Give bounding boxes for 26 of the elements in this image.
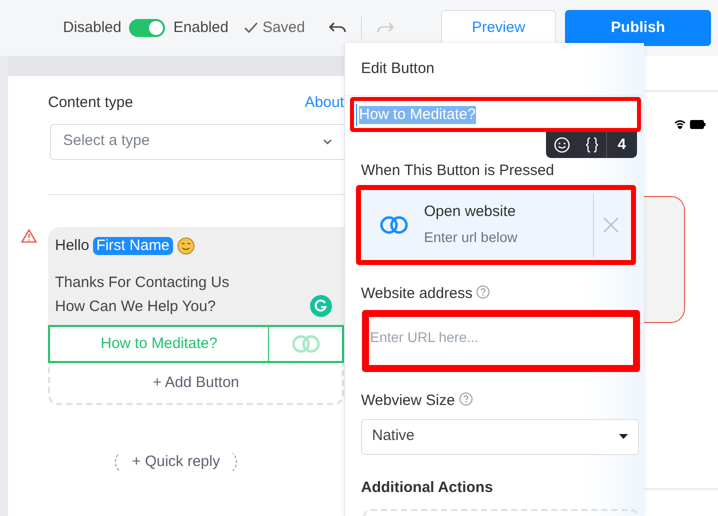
- disabled-label: Disabled: [63, 18, 122, 38]
- variable-tag: First Name: [93, 236, 173, 255]
- quick-reply-button[interactable]: + Quick reply: [115, 449, 237, 475]
- panel-title: Edit Button: [361, 58, 434, 79]
- reply-button[interactable]: How to Meditate?: [48, 325, 344, 363]
- content-type-select[interactable]: Select a type: [50, 124, 344, 160]
- character-count: 4: [616, 134, 627, 155]
- webview-label: Webview Size: [345, 390, 644, 412]
- enabled-label: Enabled: [173, 18, 228, 38]
- saved-status: Saved: [262, 18, 305, 38]
- message-line: How Can We Help You?: [55, 297, 216, 317]
- about-link[interactable]: About: [304, 92, 344, 114]
- publish-button[interactable]: Publish: [565, 10, 711, 46]
- website-label: Website address: [345, 282, 644, 305]
- preview-button[interactable]: Preview: [441, 10, 556, 46]
- url-input[interactable]: Enter URL here...: [369, 317, 633, 365]
- action-label: When This Button is Pressed: [360, 161, 556, 181]
- message-line: Thanks For Contacting Us: [55, 273, 230, 293]
- title-field[interactable]: How to Meditate?: [356, 104, 476, 126]
- content-type-label: Content type: [48, 93, 134, 113]
- url-field[interactable]: Enter URL here...: [362, 310, 640, 372]
- webview-select[interactable]: Native: [361, 418, 639, 454]
- action-title: Open website: [424, 202, 517, 222]
- additional-actions-label: Additional Actions: [360, 478, 494, 498]
- greeting-text: Hello: [55, 236, 90, 256]
- action-subtitle: Enter url below: [424, 228, 518, 247]
